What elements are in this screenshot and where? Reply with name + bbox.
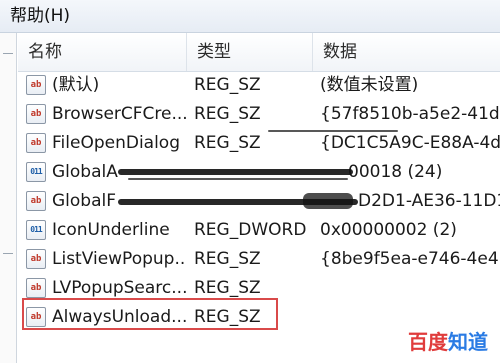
string-value-icon: ab	[26, 249, 46, 269]
value-name: AlwaysUnload...	[52, 307, 186, 327]
binary-value-icon: 011	[26, 220, 46, 240]
watermark: 百度知道	[402, 324, 494, 357]
value-data: {DC1C5A9C-E88A-4dde	[320, 133, 500, 153]
value-data: 0x00000002 (2)	[320, 220, 457, 240]
table-row[interactable]: 011 GlobalA 00018 (24)	[18, 158, 500, 187]
column-header-data[interactable]: 数据	[312, 33, 500, 71]
value-data: 00018 (24)	[348, 162, 443, 182]
string-value-icon: ab	[26, 133, 46, 153]
value-type: REG_DWORD	[194, 220, 307, 240]
value-data: {57f8510b-a5e2-41da-	[320, 104, 500, 124]
redaction-stroke	[128, 178, 348, 180]
value-type: REG_SZ	[194, 75, 261, 95]
redaction-blot	[303, 193, 353, 209]
value-type: REG_SZ	[194, 133, 261, 153]
value-type: REG_SZ	[194, 278, 261, 298]
value-data	[320, 274, 500, 303]
value-data: {8be9f5ea-e746-4e47-	[320, 249, 500, 269]
redaction-stroke	[268, 130, 398, 132]
registry-value-list: 名称 类型 数据 ab (默认) REG_SZ (数值未设置) ab Brows…	[18, 33, 500, 363]
table-row[interactable]: ab BrowserCFCre... REG_SZ {57f8510b-a5e2…	[18, 100, 500, 129]
value-name: FileOpenDialog	[52, 133, 180, 153]
string-value-icon: ab	[26, 278, 46, 298]
value-name: LVPopupSearc...	[52, 278, 186, 298]
binary-value-icon: 011	[26, 162, 46, 182]
value-data: (数值未设置)	[320, 75, 419, 95]
tree-connector	[3, 53, 13, 54]
watermark-text-left: 百度	[408, 330, 448, 354]
value-name: IconUnderline	[52, 220, 170, 240]
string-value-icon: ab	[26, 104, 46, 124]
redaction-stroke	[118, 169, 353, 175]
table-row[interactable]: 011 IconUnderline REG_DWORD 0x00000002 (…	[18, 216, 500, 245]
table-row[interactable]: ab LVPopupSearc... REG_SZ	[18, 274, 500, 303]
menu-bar: 帮助(H)	[0, 0, 500, 33]
string-value-icon: ab	[26, 307, 46, 327]
table-row[interactable]: ab FileOpenDialog REG_SZ {DC1C5A9C-E88A-…	[18, 129, 500, 158]
value-name: (默认)	[52, 75, 100, 95]
table-row[interactable]: ab (默认) REG_SZ (数值未设置)	[18, 71, 500, 100]
table-row[interactable]: ab GlobalF D2D1-AE36-11D1	[18, 187, 500, 216]
tree-pane-edge[interactable]	[0, 33, 17, 363]
table-row[interactable]: ab ListViewPopup... REG_SZ {8be9f5ea-e74…	[18, 245, 500, 274]
string-value-icon: ab	[26, 191, 46, 211]
string-value-icon: ab	[26, 75, 46, 95]
watermark-text-right: 知道	[448, 330, 488, 354]
menu-help[interactable]: 帮助(H)	[6, 4, 74, 28]
column-header-name[interactable]: 名称	[18, 33, 186, 71]
column-header-type[interactable]: 类型	[186, 33, 312, 71]
value-type: REG_SZ	[194, 307, 261, 327]
tree-connector	[3, 253, 13, 254]
value-data: D2D1-AE36-11D1	[358, 191, 500, 211]
value-name: ListViewPopup...	[52, 249, 186, 269]
list-header: 名称 类型 数据	[18, 33, 500, 72]
value-name: BrowserCFCre...	[52, 104, 186, 124]
value-type: REG_SZ	[194, 104, 261, 124]
value-type: REG_SZ	[194, 249, 261, 269]
